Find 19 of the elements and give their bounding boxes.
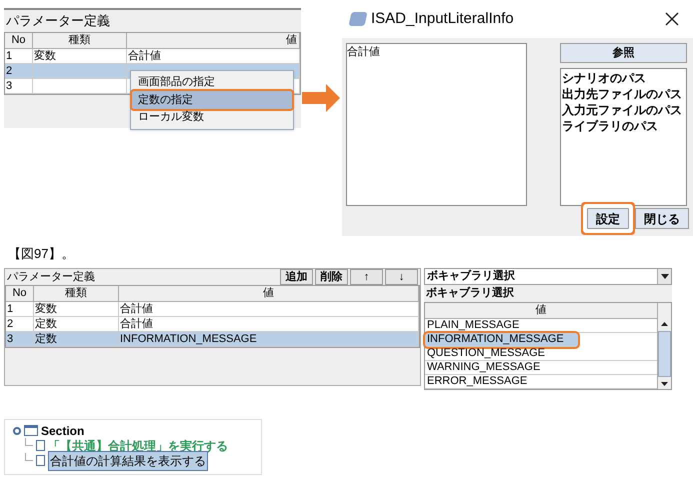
table-cell: 合計値 xyxy=(120,318,153,330)
table-cell: 2 xyxy=(6,66,12,76)
table-cell: 3 xyxy=(7,334,14,344)
table-cell: 1 xyxy=(6,50,12,62)
table-cell: 定数 xyxy=(35,334,57,344)
window-title: ISAD_InputLiteralInfo xyxy=(371,8,515,29)
table-cell: 変数 xyxy=(35,304,57,314)
panel-title: パラメーター定義 xyxy=(5,12,111,30)
panel-label: ボキャブラリ選択 xyxy=(425,286,515,301)
table-cell: 変数 xyxy=(34,50,56,62)
table-cell: 2 xyxy=(7,318,14,330)
table-cell: 合計値 xyxy=(120,304,153,314)
table-cell: INFORMATION_MESSAGE xyxy=(120,334,257,344)
table-cell: 3 xyxy=(6,80,12,92)
table-cell: 1 xyxy=(7,304,14,314)
table-cell: 合計値 xyxy=(128,50,161,62)
figure-caption: 【図97】。 xyxy=(8,246,74,261)
panel-title: パラメーター定義 xyxy=(6,270,96,285)
table-cell: 定数 xyxy=(35,318,57,330)
